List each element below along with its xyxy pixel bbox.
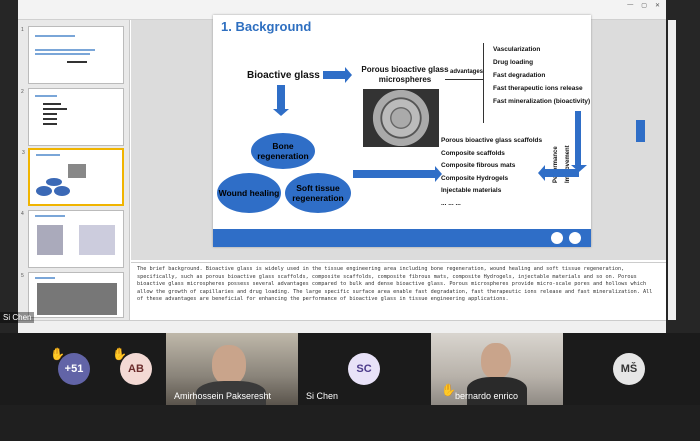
thumbnail-slide-4[interactable]: 4 — [21, 210, 124, 268]
bioactive-glass-label: Bioactive glass — [247, 70, 320, 81]
material-item: Composite scaffolds — [441, 149, 505, 157]
thumb-ellipse — [54, 186, 70, 196]
advantage-item: Fast mineralization (bioactivity) — [493, 98, 591, 105]
thumbnail-number: 3 — [22, 150, 25, 156]
close-icon[interactable]: ✕ — [655, 2, 660, 9]
thumb-line — [43, 123, 57, 125]
thumb-line — [35, 35, 75, 37]
arrow-down-icon — [273, 85, 289, 116]
thumbnail-number: 2 — [21, 89, 24, 95]
material-item: Porous bioactive glass scaffolds — [441, 137, 543, 144]
overflow-avatar: +51 — [58, 353, 90, 385]
thumb-line — [43, 118, 57, 120]
thumbnail-slide-3[interactable]: 3 — [22, 148, 124, 206]
thumb-line — [35, 95, 57, 97]
thumb-line — [35, 53, 90, 55]
status-bar — [18, 320, 666, 333]
meeting-window: — ▢ ✕ 1 2 3 4 5 1. Background Bioactive … — [0, 0, 700, 441]
thumb-ellipse — [46, 178, 62, 186]
participant-face — [481, 343, 511, 379]
avatar: AB — [120, 353, 152, 385]
speaker-notes[interactable]: The brief background. Bioactive glass is… — [131, 262, 666, 320]
ellipse-bone: Bone regeneration — [251, 133, 315, 169]
vertical-scrollbar[interactable] — [668, 20, 676, 320]
blue-marker — [636, 120, 645, 142]
window-controls: — ▢ ✕ — [627, 2, 660, 9]
participant-tile-amir[interactable]: Amirhossein Pakseresht — [166, 333, 298, 411]
advantage-item: Fast degradation — [493, 72, 546, 79]
slide-editor: 1. Background Bioactive glass Porous bio… — [131, 15, 666, 260]
raised-hand-icon: ✋ — [441, 383, 456, 397]
material-item: Composite Hydrogels — [441, 174, 509, 182]
microsphere-image — [363, 89, 439, 147]
thumb-image — [79, 225, 115, 255]
material-item: Composite fibrous mats — [441, 162, 516, 169]
thumb-line — [43, 103, 61, 105]
performance-label: Performance — [553, 146, 559, 183]
ellipse-wound: Wound healing — [217, 173, 281, 213]
advantages-list: Vascularization Drug loading Fast degrad… — [493, 43, 590, 108]
minimize-icon[interactable]: — — [627, 2, 633, 9]
arrow-right-icon — [353, 166, 442, 182]
material-item: Injectable materials — [441, 187, 502, 194]
thumb-line — [36, 154, 60, 156]
materials-list: Porous bioactive glass scaffolds Composi… — [441, 135, 542, 210]
advantage-item: Drug loading — [493, 59, 534, 66]
thumb-line — [43, 113, 57, 115]
thumb-image — [68, 164, 86, 178]
thumb-line — [35, 49, 95, 51]
ellipse-soft-tissue: Soft tissue regeneration — [285, 173, 351, 213]
thumb-line — [35, 215, 65, 217]
participant-name: Amirhossein Pakseresht — [174, 391, 272, 401]
arrow-right-icon — [323, 67, 352, 83]
participant-tile-sichen[interactable]: SC Si Chen — [298, 333, 430, 405]
material-item: ... ... ... — [441, 199, 461, 207]
advantages-label: advantages — [450, 69, 484, 75]
thumb-image — [37, 225, 63, 255]
participant-tile-overflow[interactable]: ✋ +51 ✋ AB — [0, 333, 165, 405]
thumbnail-slide-5[interactable]: 5 — [21, 272, 124, 318]
participant-bar: ✋ +51 ✋ AB Amirhossein Pakseresht SC Si … — [0, 333, 700, 441]
participant-name: bernardo enrico — [455, 391, 519, 401]
thumbnail-slide-1[interactable]: 1 — [21, 26, 124, 84]
thumb-image — [37, 283, 117, 315]
slide-footer — [213, 229, 591, 247]
participant-tile-ms[interactable]: MŠ — [563, 333, 700, 405]
thumbnail-slide-2[interactable]: 2 — [21, 88, 124, 146]
advantage-item: Vascularization — [493, 46, 541, 53]
participant-face — [212, 345, 246, 385]
thumb-line — [67, 61, 87, 63]
arrow-left-icon — [538, 165, 579, 181]
thumb-ellipse — [36, 186, 52, 196]
connector-bar — [571, 111, 587, 172]
avatar: SC — [348, 353, 380, 385]
presenter-name: Si Chen — [0, 312, 35, 323]
thumbnail-number: 1 — [21, 27, 24, 33]
maximize-icon[interactable]: ▢ — [641, 2, 647, 9]
porous-microspheres-label: Porous bioactive glass microspheres — [361, 65, 449, 84]
logo-icon — [569, 232, 581, 244]
connector-line — [445, 79, 483, 80]
slide-thumbnails: 1 2 3 4 5 — [18, 20, 130, 320]
bottom-strip — [0, 405, 700, 441]
advantage-item: Fast therapeutic ions release — [493, 85, 583, 92]
shared-screen: — ▢ ✕ 1 2 3 4 5 1. Background Bioactive … — [18, 0, 676, 333]
avatar: MŠ — [613, 353, 645, 385]
thumbnail-number: 4 — [21, 211, 24, 217]
current-slide: 1. Background Bioactive glass Porous bio… — [213, 15, 591, 247]
participant-tile-bernardo[interactable]: ✋ bernardo enrico — [431, 333, 563, 407]
logo-icon — [551, 232, 563, 244]
thumbnail-number: 5 — [21, 273, 24, 279]
bracket — [483, 43, 488, 123]
thumb-line — [43, 108, 67, 110]
thumb-line — [35, 277, 55, 279]
slide-title: 1. Background — [221, 19, 312, 34]
participant-name: Si Chen — [306, 391, 339, 401]
